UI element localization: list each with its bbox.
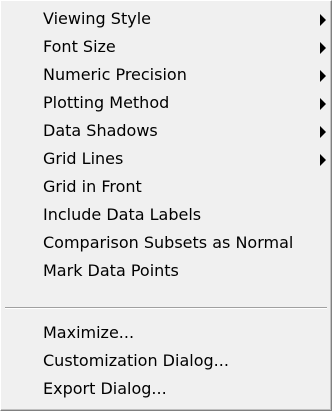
menu-item-label: Comparison Subsets as Normal xyxy=(43,233,294,252)
menu-item-numeric-precision[interactable]: Numeric Precision xyxy=(1,62,331,90)
menu-item-mark-data-points[interactable]: Mark Data Points xyxy=(1,258,331,286)
menu-item-label: Data Shadows xyxy=(43,121,158,140)
menu-item-label: Grid in Front xyxy=(43,177,142,196)
menu-item-label: Include Data Labels xyxy=(43,205,202,224)
menu-item-label: Plotting Method xyxy=(43,93,170,112)
menu-item-label: Customization Dialog... xyxy=(43,351,229,370)
menu-item-label: Numeric Precision xyxy=(43,65,187,84)
menu-item-comparison-subsets-as-normal[interactable]: Comparison Subsets as Normal xyxy=(1,230,331,258)
chevron-right-icon xyxy=(320,98,326,110)
menu-item-data-shadows[interactable]: Data Shadows xyxy=(1,118,331,146)
menu-item-label: Font Size xyxy=(43,37,116,56)
chevron-right-icon xyxy=(320,154,326,166)
menu-item-customization-dialog[interactable]: Customization Dialog... xyxy=(1,348,331,376)
menu-item-label: Viewing Style xyxy=(43,9,151,28)
menu-item-font-size[interactable]: Font Size xyxy=(1,34,331,62)
menu-item-maximize[interactable]: Maximize... xyxy=(1,320,331,348)
menu-item-label: Export Dialog... xyxy=(43,379,167,398)
context-menu: Viewing Style Font Size Numeric Precisio… xyxy=(0,0,332,411)
menu-item-label: Maximize... xyxy=(43,323,135,342)
menu-item-grid-in-front[interactable]: Grid in Front xyxy=(1,174,331,202)
menu-item-include-data-labels[interactable]: Include Data Labels xyxy=(1,202,331,230)
chevron-right-icon xyxy=(320,126,326,138)
menu-item-label: Grid Lines xyxy=(43,149,124,168)
chevron-right-icon xyxy=(320,70,326,82)
chevron-right-icon xyxy=(320,42,326,54)
menu-separator xyxy=(5,307,327,309)
menu-item-viewing-style[interactable]: Viewing Style xyxy=(1,6,331,34)
menu-item-plotting-method[interactable]: Plotting Method xyxy=(1,90,331,118)
menu-item-export-dialog[interactable]: Export Dialog... xyxy=(1,376,331,404)
chevron-right-icon xyxy=(320,14,326,26)
menu-item-grid-lines[interactable]: Grid Lines xyxy=(1,146,331,174)
menu-item-label: Mark Data Points xyxy=(43,261,179,280)
